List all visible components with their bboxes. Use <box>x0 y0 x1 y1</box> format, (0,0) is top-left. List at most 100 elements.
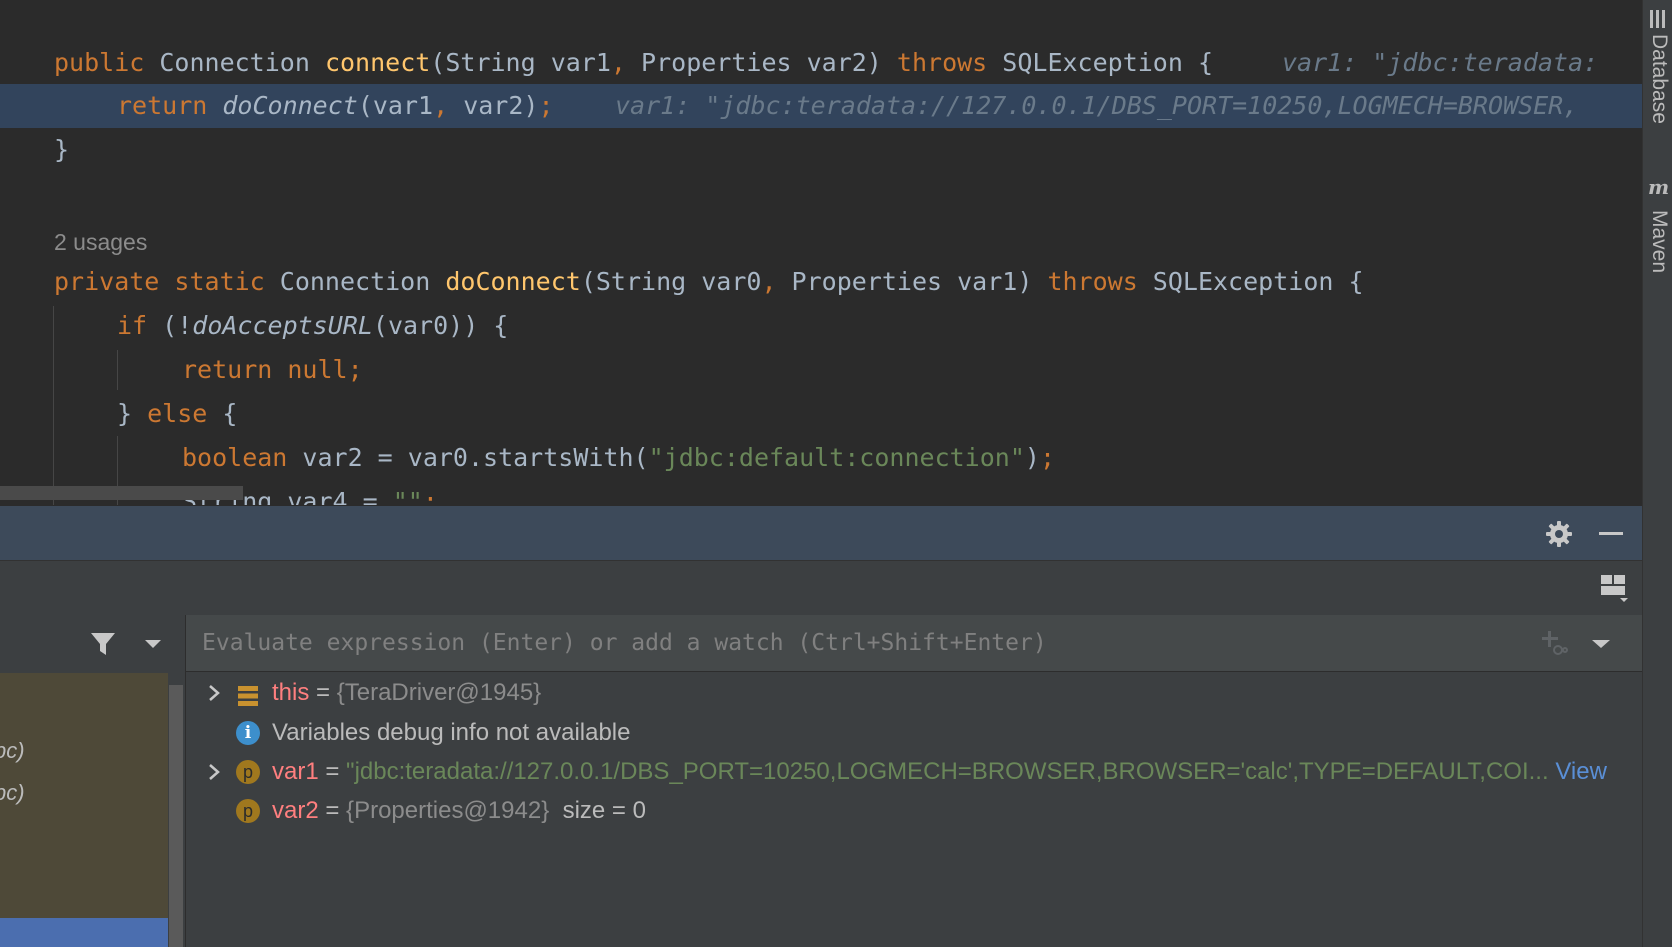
open-paren: (! <box>162 311 193 340</box>
frame-item[interactable]: ) <box>0 673 1 693</box>
code-line-return-current[interactable]: return doConnect(var1, var2); var1: "jdb… <box>0 84 1642 128</box>
parameter-icon: p <box>236 799 260 823</box>
variable-row-info: i Variables debug info not available <box>186 713 1642 753</box>
type-connection: Connection <box>144 48 325 77</box>
string-literal: "jdbc:default:connection" <box>648 443 1025 472</box>
equals-sign: = <box>309 679 337 706</box>
view-link[interactable]: View <box>1555 758 1607 785</box>
usages-hint[interactable]: 2 usages <box>54 222 147 262</box>
code-line-string-var4[interactable]: String var4 = ""; <box>0 480 1642 505</box>
call-doacceptsurl: doAcceptsURL <box>192 311 373 340</box>
code-editor[interactable]: public Connection connect(String var1, P… <box>0 0 1642 505</box>
variable-row-var1[interactable]: p var1 = "jdbc:teradata://127.0.0.1/DBS_… <box>186 752 1642 792</box>
equals-sign: = <box>318 797 347 824</box>
evaluate-expression-bar <box>186 615 1642 672</box>
keyword-else: else <box>147 399 208 428</box>
args-part-1: (var1 <box>357 91 434 120</box>
chevron-down-icon[interactable] <box>144 635 162 653</box>
method-name-connect: connect <box>324 48 431 77</box>
maven-icon[interactable]: m <box>1647 175 1671 199</box>
code-line-doconnect-signature[interactable]: private static Connection doConnect(Stri… <box>0 260 1642 304</box>
frames-list[interactable]: ) pc) pc) <box>0 673 168 947</box>
variable-name: var1 <box>272 758 319 785</box>
horizontal-scrollbar[interactable] <box>0 486 243 500</box>
comma: , <box>761 267 777 296</box>
code-line-connect-signature[interactable]: public Connection connect(String var1, P… <box>0 41 1642 85</box>
frames-scrollbar[interactable] <box>168 673 184 947</box>
keyword-static: static <box>159 267 265 296</box>
indent-guide <box>53 306 54 505</box>
minimize-icon[interactable] <box>1598 520 1624 546</box>
keyword-return: return <box>117 91 223 120</box>
variable-value: "jdbc:teradata://127.0.0.1/DBS_PORT=1025… <box>346 758 1549 785</box>
inline-debug-value: var1: "jdbc:teradata: <box>1282 48 1599 77</box>
equals-sign: = <box>318 758 347 785</box>
string-literal: "" <box>392 487 423 505</box>
code-line-else[interactable]: } else { <box>0 392 1642 436</box>
frame-item[interactable]: pc) <box>0 777 25 809</box>
scrollbar-thumb[interactable] <box>169 685 183 947</box>
svg-text:m: m <box>1648 176 1669 198</box>
params-part-1: (String var1 <box>430 48 611 77</box>
exception-type: SQLException { <box>987 48 1214 77</box>
frames-panel: ) pc) pc) <box>0 615 186 947</box>
field-stack-icon <box>236 681 260 706</box>
semicolon: ; <box>347 355 363 384</box>
variable-name: this <box>272 679 310 706</box>
inline-debug-value: var1: "jdbc:teradata://127.0.0.1/DBS_POR… <box>615 91 1579 120</box>
maven-tool-label[interactable]: Maven <box>1645 210 1671 273</box>
variable-row-var2[interactable]: p var2 = {Properties@1942} size = 0 <box>186 791 1642 831</box>
keyword-boolean: boolean <box>182 443 288 472</box>
keyword-null: null <box>287 355 348 384</box>
keyword-public: public <box>54 48 145 77</box>
info-message: Variables debug info not available <box>272 719 631 746</box>
semicolon: ; <box>422 487 438 505</box>
keyword-throws: throws <box>896 48 988 77</box>
database-icon[interactable] <box>1647 8 1669 30</box>
keyword-if: if <box>117 311 163 340</box>
variable-row-this[interactable]: this = {TeraDriver@1945} <box>186 673 1642 713</box>
indent-guide <box>117 350 118 390</box>
right-tool-window-strip: Database m Maven <box>1642 0 1672 947</box>
evaluate-expression-input[interactable] <box>202 615 1532 671</box>
params-part-2: Properties var1) <box>776 267 1048 296</box>
boolean-mid: var2 = var0.startsWith( <box>287 443 649 472</box>
semicolon: ; <box>1039 443 1056 472</box>
semicolon: ; <box>538 91 554 120</box>
add-watch-icon[interactable] <box>1540 629 1568 657</box>
settings-gear-icon[interactable] <box>1545 520 1573 548</box>
keyword-private: private <box>54 267 160 296</box>
frame-item-selected[interactable] <box>0 918 168 947</box>
params-part-1: (String var0 <box>580 267 762 296</box>
args-part-2: var2) <box>448 91 539 120</box>
info-icon: i <box>236 721 260 745</box>
parameter-icon: p <box>236 760 260 784</box>
comma: , <box>433 91 449 120</box>
type-connection: Connection <box>264 267 446 296</box>
frame-item[interactable]: pc) <box>0 735 25 767</box>
layout-settings-icon[interactable] <box>1600 573 1630 603</box>
variables-panel: this = {TeraDriver@1945} i Variables deb… <box>186 615 1642 947</box>
chevron-down-icon[interactable] <box>1591 635 1611 653</box>
keyword-return: return <box>182 355 288 384</box>
variable-value: {TeraDriver@1945} <box>336 679 542 706</box>
call-doconnect: doConnect <box>222 91 358 120</box>
code-line-return-null[interactable]: return null; <box>0 348 1642 392</box>
code-line-if[interactable]: if (!doAcceptsURL(var0)) { <box>0 304 1642 348</box>
debug-toolbar <box>0 560 1642 616</box>
if-rest: (var0)) { <box>372 311 509 340</box>
filter-icon[interactable] <box>90 631 116 657</box>
expand-chevron-icon[interactable] <box>204 673 224 713</box>
variable-value: {Properties@1942} <box>346 797 550 824</box>
variable-extra: size = 0 <box>562 797 646 824</box>
code-line-closing-brace[interactable]: } <box>0 128 1642 172</box>
closing-brace: } <box>117 399 148 428</box>
boolean-end: ) <box>1024 443 1040 472</box>
else-rest: { <box>207 399 238 428</box>
exception-type: SQLException { <box>1137 267 1364 296</box>
database-tool-label[interactable]: Database <box>1645 34 1671 124</box>
comma: , <box>610 48 626 77</box>
expand-chevron-icon[interactable] <box>204 752 224 792</box>
code-line-boolean[interactable]: boolean var2 = var0.startsWith("jdbc:def… <box>0 436 1642 480</box>
keyword-throws: throws <box>1047 267 1138 296</box>
